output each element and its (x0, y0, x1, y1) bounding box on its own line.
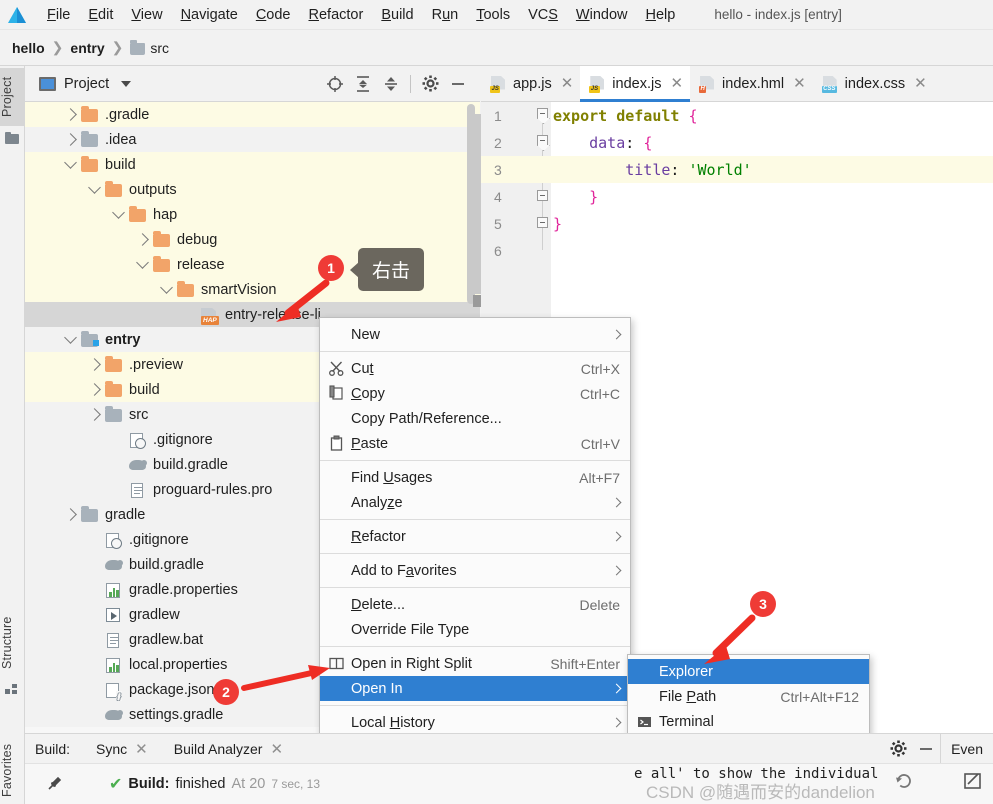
annotation-tooltip-right-click: 右击 (349, 248, 425, 291)
annotation-badge-3: 3 (750, 591, 776, 617)
annotation-arrows (241, 279, 756, 691)
annotation-badge-1: 1 (318, 255, 344, 281)
annotation-badge-2: 2 (213, 679, 239, 705)
